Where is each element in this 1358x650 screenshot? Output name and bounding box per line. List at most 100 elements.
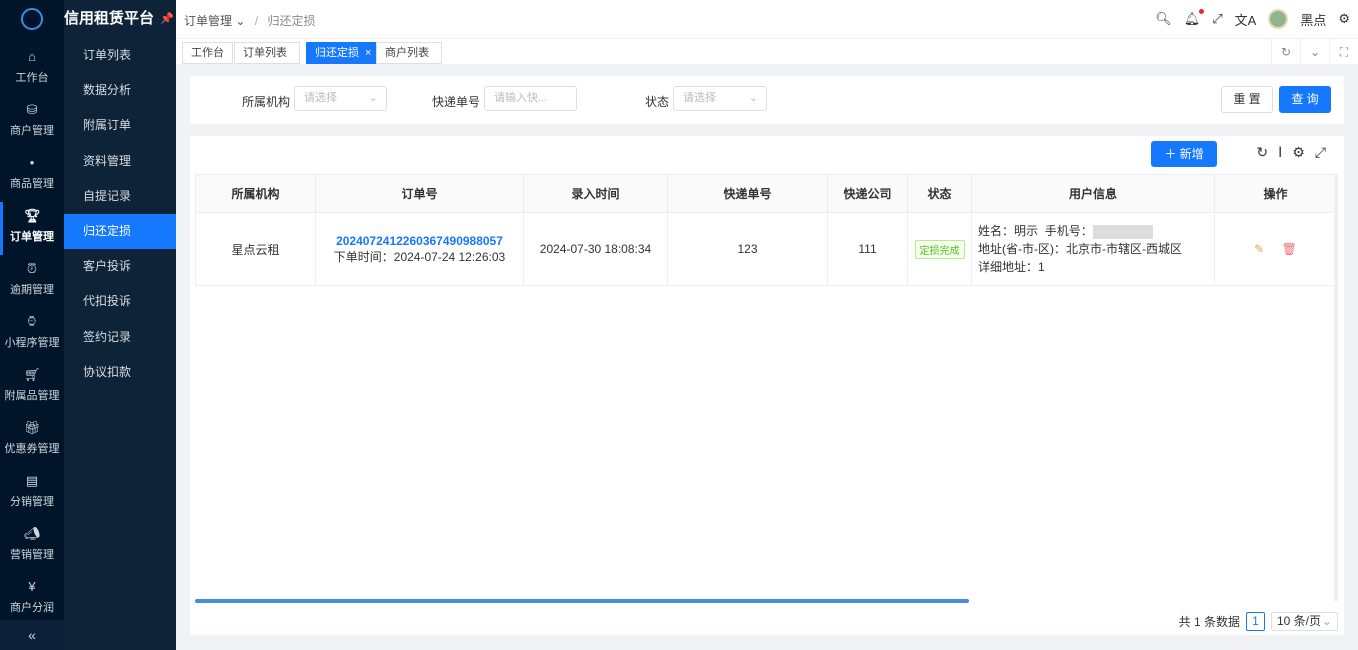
submenu-item[interactable]: 订单列表 xyxy=(64,38,176,73)
breadcrumb-parent[interactable]: 订单管理 xyxy=(184,14,232,28)
tab-bar: 工作台 订单列表 归还定损 × 商户列表 ↻ ⌄ ⛶ xyxy=(176,38,1358,65)
cart-icon: 🛒︎ xyxy=(24,367,41,382)
rail-item[interactable]: ¥ 商户分润 xyxy=(0,573,64,626)
status-select[interactable]: 请选择 ⌄ xyxy=(673,86,767,111)
total-count: 共 1 条数据 xyxy=(1178,615,1240,629)
cell-user-info: 姓名：明示 手机号： 地址(省-市-区)：北京市-市辖区-西城区 详细地址：1 xyxy=(971,212,1215,286)
submenu-item[interactable]: 附属订单 xyxy=(64,108,176,143)
cell-entry-time: 2024-07-30 18:08:34 xyxy=(523,212,668,286)
delete-icon[interactable]: 🗑︎ xyxy=(1282,242,1297,256)
page-size-label: 10 条/页 xyxy=(1277,614,1322,628)
tab-return-damage[interactable]: 归还定损 × xyxy=(306,42,381,64)
submenu-item[interactable]: 自提记录 xyxy=(64,179,176,214)
tab-workbench[interactable]: 工作台 xyxy=(182,42,233,64)
rail-item[interactable]: ⏰︎ 逾期管理 xyxy=(0,255,64,308)
rail-item-label: 商户分润 xyxy=(10,602,54,614)
horizontal-scrollbar[interactable] xyxy=(195,599,969,603)
megaphone-icon: 📣︎ xyxy=(24,526,41,541)
translate-icon[interactable]: 文A xyxy=(1235,10,1257,29)
col-entry-time: 录入时间 xyxy=(523,174,668,213)
shop-icon: ⛁ xyxy=(26,102,38,117)
submenu-item[interactable]: 资料管理 xyxy=(64,144,176,179)
tracking-placeholder: 请输入快... xyxy=(494,92,548,104)
tab-order-list[interactable]: 订单列表 xyxy=(234,42,300,64)
search-icon[interactable]: 🔍︎ xyxy=(1155,11,1172,27)
breadcrumb: 订单管理 ⌄ / 归还定损 xyxy=(184,12,315,29)
page-button[interactable]: 1 xyxy=(1246,612,1265,631)
submenu-item[interactable]: 归还定损 xyxy=(64,214,176,249)
edit-icon[interactable]: ✎ xyxy=(1254,242,1264,256)
app-logo-icon xyxy=(21,8,43,30)
tab-label: 商户列表 xyxy=(385,47,429,59)
reset-button[interactable]: 重 置 xyxy=(1221,86,1273,113)
order-number-link[interactable]: 2024072412260367490988057 xyxy=(316,234,523,248)
rail-item[interactable]: 🛒︎ 附属品管理 xyxy=(0,361,64,414)
chevron-down-icon[interactable]: ⌄ xyxy=(1300,39,1329,65)
page-size-select[interactable]: 10 条/页 ⌄ xyxy=(1271,612,1338,631)
rail-item[interactable]: ⌚︎ 小程序管理 xyxy=(0,308,64,361)
col-user-info: 用户信息 xyxy=(971,174,1215,213)
rail-item-label: 附属品管理 xyxy=(4,390,60,402)
chart-icon: ▤ xyxy=(25,473,39,488)
rail-item[interactable]: ▤ 分销管理 xyxy=(0,467,64,520)
user-name: 姓名：明示 xyxy=(978,224,1039,238)
refresh-icon[interactable]: ↻ xyxy=(1271,39,1300,65)
submenu-item[interactable]: 协议扣款 xyxy=(64,355,176,390)
tracking-input[interactable]: 请输入快... xyxy=(484,86,577,111)
rail-item-label: 工作台 xyxy=(15,72,49,84)
col-org: 所属机构 xyxy=(195,174,316,213)
bell-icon[interactable]: 🔔︎ xyxy=(1184,9,1204,27)
column-height-icon[interactable]: Ⅰ xyxy=(1278,144,1282,161)
cell-courier: 111 xyxy=(827,212,908,286)
table-panel: ＋ 新增 ↻ Ⅰ ⚙ ⤢ 所属机构 订单号 录入时间 快递单号 快递公司 状态 … xyxy=(190,136,1344,635)
trophy-icon: 🏆︎ xyxy=(24,208,41,223)
filter-bar: 所属机构 请选择 ⌄ 快递单号 请输入快... 状态 请选择 ⌄ 重 置 查 询 xyxy=(190,76,1344,124)
rail-item[interactable]: ⛁ 商户管理 xyxy=(0,96,64,149)
maximize-icon[interactable]: ⛶ xyxy=(1329,39,1358,65)
col-order-no: 订单号 xyxy=(315,174,524,213)
org-label: 所属机构 xyxy=(242,95,291,109)
submenu-item[interactable]: 签约记录 xyxy=(64,320,176,355)
chevron-down-icon: ⌄ xyxy=(235,14,246,28)
alarm-icon: ⏰︎ xyxy=(26,261,38,276)
rail-item-label: 逾期管理 xyxy=(10,284,54,296)
fullscreen-icon[interactable]: ⤢ xyxy=(1315,144,1326,161)
org-select[interactable]: 请选择 ⌄ xyxy=(294,86,387,111)
app-title: 信用租赁平台 xyxy=(64,10,155,27)
rail-item[interactable]: ⌂ 工作台 xyxy=(0,43,64,96)
col-tracking-no: 快递单号 xyxy=(667,174,828,213)
submenu-item[interactable]: 代扣投诉 xyxy=(64,284,176,319)
rail-item[interactable]: 🎁︎ 优惠券管理 xyxy=(0,414,64,467)
cell-status: 定损完成 xyxy=(907,212,972,286)
rail-item[interactable]: 🏆︎ 订单管理 xyxy=(0,202,64,255)
order-time: 下单时间：2024-07-24 12:26:03 xyxy=(333,249,506,264)
user-phone-label: 手机号： xyxy=(1044,224,1093,238)
submenu-item[interactable]: 客户投诉 xyxy=(64,249,176,284)
rail-item-label: 分销管理 xyxy=(10,496,54,508)
collapse-sidebar-icon[interactable]: « xyxy=(0,620,64,650)
rail-item[interactable]: 📣︎ 营销管理 xyxy=(0,520,64,573)
rail-item[interactable]: • 商品管理 xyxy=(0,149,64,202)
rail-item-label: 商品管理 xyxy=(10,178,54,190)
pin-icon[interactable]: 📌 xyxy=(160,0,174,38)
settings-gear-icon[interactable]: ⚙ xyxy=(1292,144,1305,161)
pagination: 共 1 条数据 1 10 条/页 ⌄ xyxy=(1179,612,1338,631)
avatar[interactable] xyxy=(1268,9,1289,29)
fullscreen-icon[interactable]: ⤢ xyxy=(1212,11,1222,27)
watch-icon: ⌚︎ xyxy=(25,314,39,329)
rail-item-label: 营销管理 xyxy=(10,549,54,561)
tab-merchant-list[interactable]: 商户列表 xyxy=(376,42,442,64)
org-placeholder: 请选择 xyxy=(304,92,337,104)
col-actions: 操作 xyxy=(1214,174,1337,213)
username[interactable]: 黑点 xyxy=(1300,10,1326,29)
submenu-item[interactable]: 数据分析 xyxy=(64,73,176,108)
rail-item-label: 小程序管理 xyxy=(4,337,60,349)
vertical-scrollbar-track[interactable] xyxy=(1334,174,1338,601)
refresh-icon[interactable]: ↻ xyxy=(1256,144,1268,161)
close-icon[interactable]: × xyxy=(365,47,371,59)
search-button[interactable]: 查 询 xyxy=(1279,86,1331,113)
settings-gear-icon[interactable]: ⚙ xyxy=(1338,11,1350,27)
header-tools: 🔍︎ 🔔︎ ⤢ 文A 黑点 ⚙ xyxy=(1155,9,1350,29)
status-placeholder: 请选择 xyxy=(683,92,716,104)
add-button[interactable]: ＋ 新增 xyxy=(1151,141,1217,167)
